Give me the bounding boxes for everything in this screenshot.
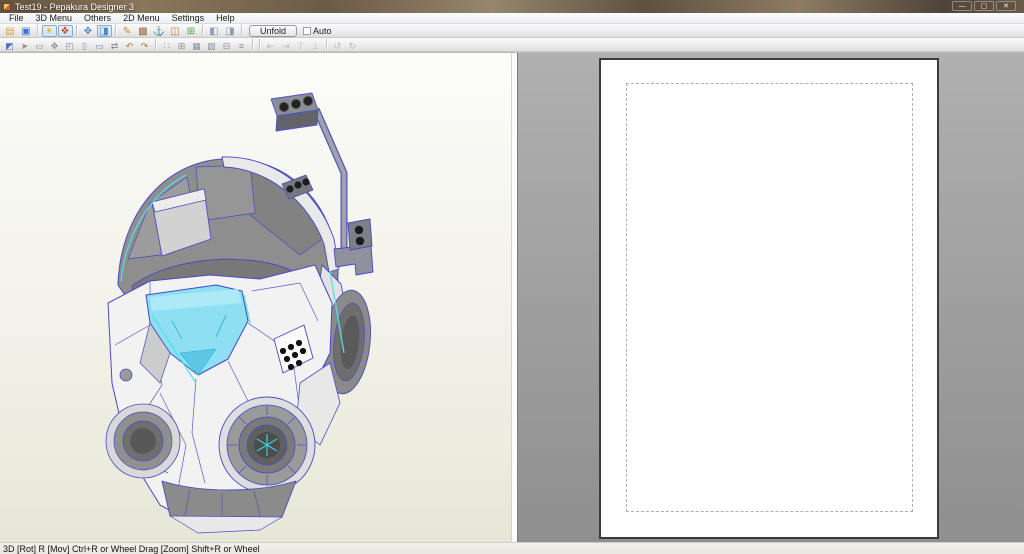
rotate-left-icon[interactable]: ↶ (123, 39, 137, 51)
menu-help[interactable]: Help (210, 13, 241, 24)
close-button[interactable]: ✕ (996, 1, 1016, 11)
rect-select-icon[interactable]: ▭ (33, 39, 47, 51)
join-edge-icon[interactable]: ⊞ (175, 39, 189, 51)
auto-checkbox-group: Auto (303, 26, 332, 36)
move-island-icon[interactable]: ✥ (48, 39, 62, 51)
page-wide-icon[interactable]: ▭ (93, 39, 107, 51)
maximize-button[interactable]: ▢ (974, 1, 994, 11)
page-margin-guide (626, 83, 913, 512)
toolbar-separator (252, 39, 253, 50)
auto-checkbox[interactable] (303, 26, 311, 35)
layout-2d-pane[interactable] (518, 53, 1024, 542)
flip-icon[interactable]: ⇄ (108, 39, 122, 51)
status-bar: 3D [Rot] R [Mov] Ctrl+R or Wheel Drag [Z… (0, 542, 1024, 554)
title-bar: Test19 - Pepakura Designer 3 — ▢ ✕ (0, 0, 1024, 13)
toolbar-separator (202, 25, 203, 36)
menu-2d-menu[interactable]: 2D Menu (117, 13, 166, 24)
thumbnail-icon[interactable]: ▦ (190, 39, 204, 51)
open-file-icon[interactable]: ▤ (3, 25, 18, 37)
app-icon (3, 2, 11, 11)
workspace (0, 52, 1024, 542)
export-icon[interactable]: ≡ (235, 39, 249, 51)
menu-3d-menu[interactable]: 3D Menu (30, 13, 79, 24)
undo-icon[interactable]: ↺ (331, 39, 345, 51)
anchor-icon[interactable]: ⚓ (152, 25, 167, 37)
edit-mode-icon[interactable]: ✎ (120, 25, 135, 37)
toolbar-separator (76, 25, 77, 36)
pattern-page[interactable] (599, 58, 939, 539)
lasso-select-icon[interactable]: ➤ (18, 39, 32, 51)
texture-map-icon[interactable]: ▧ (205, 39, 219, 51)
save-icon[interactable]: ▣ (19, 25, 34, 37)
unfold-button[interactable]: Unfold (249, 24, 297, 37)
edit-toolbar: ◩ ➤ ▭ ✥ ◰ ▯ ▭ ⇄ ↶ ↷ ∷ ⊞ ▦ ▧ ⊟ ≡ ⇤ ⇥ ⊤ ⊥ … (0, 38, 1024, 52)
image-icon[interactable]: ◫ (168, 25, 183, 37)
viewer-3d-pane[interactable] (0, 53, 511, 542)
print-icon[interactable]: ⊟ (220, 39, 234, 51)
page-blank-icon[interactable]: ▯ (78, 39, 92, 51)
align-right-icon[interactable]: ⇥ (279, 39, 293, 51)
redo-icon[interactable]: ↻ (346, 39, 360, 51)
menu-others[interactable]: Others (78, 13, 117, 24)
light-toggle-icon[interactable]: ☀ (41, 24, 57, 37)
toolbar-separator (326, 39, 327, 50)
window-title: Test19 - Pepakura Designer 3 (15, 1, 135, 12)
status-hint-text: 3D [Rot] R [Mov] Ctrl+R or Wheel Drag [Z… (3, 544, 260, 554)
layout-left-icon[interactable]: ◧ (207, 25, 222, 37)
align-bottom-icon[interactable]: ⊥ (309, 39, 323, 51)
select-part-icon[interactable]: ◩ (3, 39, 17, 51)
pane-splitter[interactable] (511, 53, 518, 542)
toolbar-separator (37, 25, 38, 36)
rotate-right-icon[interactable]: ↷ (138, 39, 152, 51)
toolbar-separator (241, 25, 242, 36)
window-controls: — ▢ ✕ (952, 1, 1016, 11)
divide-face-icon[interactable]: ∷ (160, 39, 174, 51)
texture-box-icon[interactable]: ▩ (136, 25, 151, 37)
minimize-button[interactable]: — (952, 1, 972, 11)
rotate-3d-icon[interactable]: ✥ (81, 25, 96, 37)
toolbar-separator (155, 39, 156, 50)
helmet-3d-model[interactable] (0, 53, 511, 543)
menu-settings[interactable]: Settings (166, 13, 211, 24)
pepakura-window: Test19 - Pepakura Designer 3 — ▢ ✕ File … (0, 0, 1024, 554)
material-view-icon[interactable]: ❖ (57, 24, 73, 37)
align-top-icon[interactable]: ⊤ (294, 39, 308, 51)
auto-checkbox-label: Auto (313, 25, 332, 36)
part-page-icon[interactable]: ◰ (63, 39, 77, 51)
menu-file[interactable]: File (3, 13, 30, 24)
toolbar-separator (259, 39, 260, 50)
node-link-icon[interactable]: ⊞ (184, 25, 199, 37)
toolbar-separator (115, 25, 116, 36)
main-toolbar: ▤ ▣ ☀ ❖ ✥ ◨ ✎ ▩ ⚓ ◫ ⊞ ◧ ◨ Unfold Auto (0, 24, 1024, 38)
align-left-icon[interactable]: ⇤ (264, 39, 278, 51)
layout-right-icon[interactable]: ◨ (223, 25, 238, 37)
menu-bar: File 3D Menu Others 2D Menu Settings Hel… (0, 13, 1024, 24)
view-2d-icon[interactable]: ◨ (96, 24, 112, 37)
